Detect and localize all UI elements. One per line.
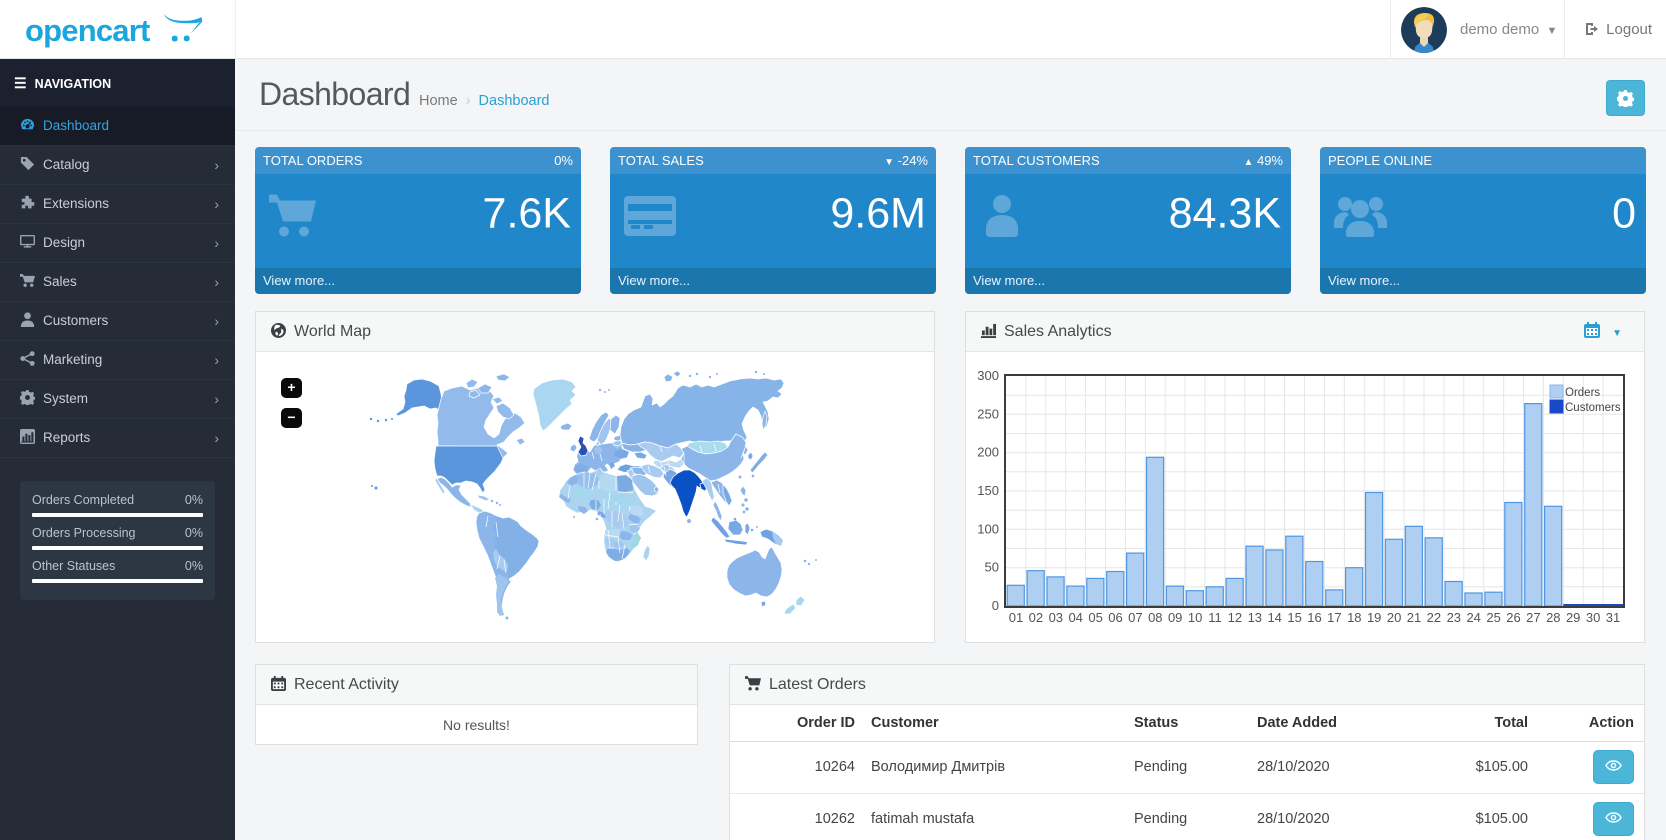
- svg-text:13: 13: [1248, 610, 1262, 625]
- svg-text:300: 300: [977, 368, 999, 383]
- svg-text:09: 09: [1168, 610, 1182, 625]
- svg-text:100: 100: [977, 521, 999, 536]
- svg-text:29: 29: [1566, 610, 1580, 625]
- svg-text:06: 06: [1108, 610, 1122, 625]
- svg-text:Orders: Orders: [1565, 387, 1600, 399]
- svg-text:200: 200: [977, 445, 999, 460]
- svg-text:19: 19: [1367, 610, 1381, 625]
- svg-text:31: 31: [1606, 610, 1620, 625]
- svg-text:21: 21: [1407, 610, 1421, 625]
- svg-text:10: 10: [1188, 610, 1202, 625]
- svg-text:01: 01: [1009, 610, 1023, 625]
- svg-text:27: 27: [1526, 610, 1540, 625]
- svg-text:15: 15: [1287, 610, 1301, 625]
- svg-text:05: 05: [1088, 610, 1102, 625]
- svg-text:16: 16: [1307, 610, 1321, 625]
- svg-text:12: 12: [1228, 610, 1242, 625]
- svg-text:28: 28: [1546, 610, 1560, 625]
- svg-text:17: 17: [1327, 610, 1341, 625]
- svg-text:11: 11: [1208, 610, 1222, 625]
- svg-text:0: 0: [992, 598, 999, 613]
- svg-text:25: 25: [1486, 610, 1500, 625]
- svg-text:20: 20: [1387, 610, 1401, 625]
- svg-text:24: 24: [1466, 610, 1480, 625]
- svg-text:250: 250: [977, 406, 999, 421]
- svg-text:Customers: Customers: [1565, 402, 1621, 414]
- svg-text:30: 30: [1586, 610, 1600, 625]
- svg-text:02: 02: [1029, 610, 1043, 625]
- svg-text:50: 50: [985, 560, 999, 575]
- svg-text:150: 150: [977, 483, 999, 498]
- svg-text:07: 07: [1128, 610, 1142, 625]
- svg-text:22: 22: [1427, 610, 1441, 625]
- svg-text:18: 18: [1347, 610, 1361, 625]
- svg-text:08: 08: [1148, 610, 1162, 625]
- svg-text:26: 26: [1506, 610, 1520, 625]
- svg-text:03: 03: [1049, 610, 1063, 625]
- svg-text:opencart: opencart: [25, 13, 150, 48]
- svg-text:04: 04: [1068, 610, 1082, 625]
- svg-text:23: 23: [1447, 610, 1461, 625]
- svg-text:14: 14: [1267, 610, 1281, 625]
